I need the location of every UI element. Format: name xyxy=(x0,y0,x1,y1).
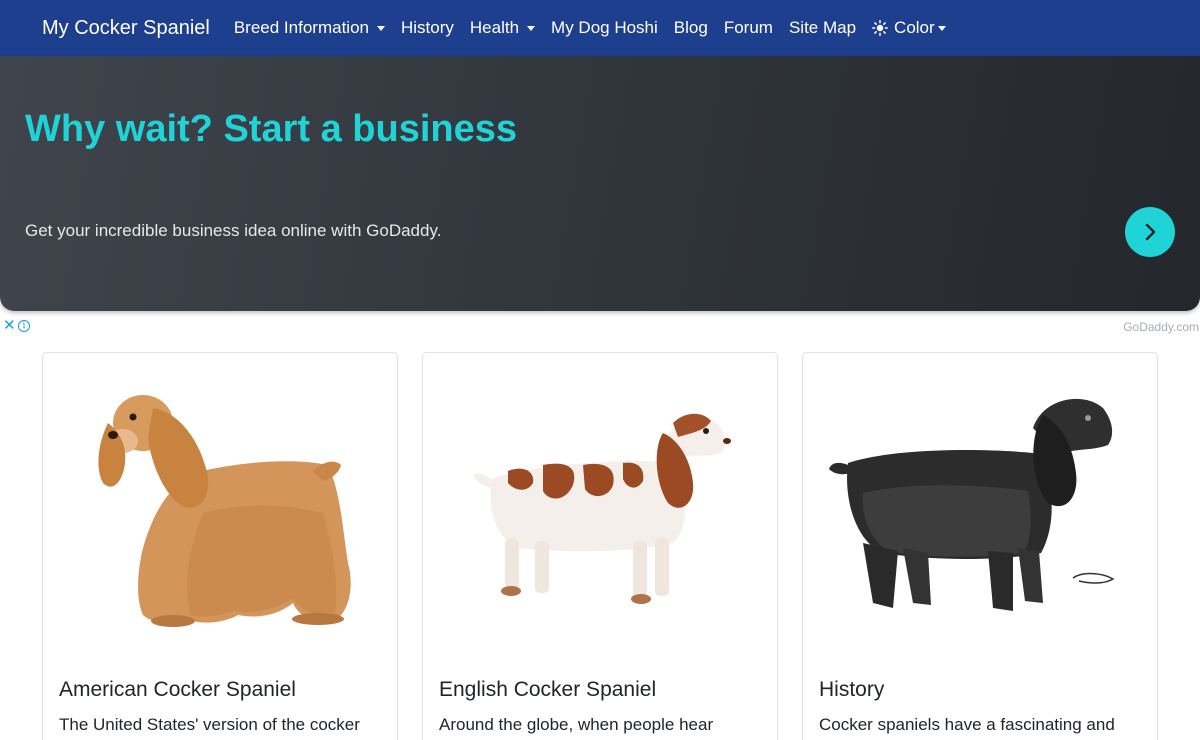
nav-health[interactable]: Health xyxy=(469,18,536,38)
caret-down-icon xyxy=(937,25,946,31)
caret-down-icon xyxy=(376,25,385,31)
nav-site-map[interactable]: Site Map xyxy=(789,18,856,38)
nav-breed-information-label: Breed Information xyxy=(233,18,369,37)
ad-banner[interactable]: Why wait? Start a business Get your incr… xyxy=(0,56,1200,311)
card-american-cocker-spaniel[interactable]: American Cocker Spaniel The United State… xyxy=(42,352,398,740)
nav-history[interactable]: History xyxy=(401,18,454,38)
nav-blog[interactable]: Blog xyxy=(674,18,708,38)
site-brand-link[interactable]: My Cocker Spaniel xyxy=(42,17,210,40)
nav-history-label: History xyxy=(400,18,454,37)
nav-color-theme[interactable]: Color xyxy=(872,18,946,38)
card-title[interactable]: English Cocker Spaniel xyxy=(439,678,656,702)
card-text: The United States' version of the cocker xyxy=(59,715,360,734)
card-english-cocker-spaniel[interactable]: English Cocker Spaniel Around the globe,… xyxy=(422,352,778,740)
card-title[interactable]: History xyxy=(819,678,884,702)
ad-source-label: GoDaddy.com xyxy=(1123,320,1199,334)
black-cocker-spaniel-sketch xyxy=(829,398,1115,611)
nav-my-dog-hoshi-label: My Dog Hoshi xyxy=(551,18,658,37)
card-text: Around the globe, when people hear xyxy=(439,715,714,734)
ad-headline: Why wait? Start a business xyxy=(25,108,517,150)
card-text: Cocker spaniels have a fascinating and xyxy=(819,715,1115,734)
nav-blog-label: Blog xyxy=(673,18,708,37)
nav-health-label: Health xyxy=(469,18,520,37)
ad-close-icon[interactable]: ✕ xyxy=(3,318,16,334)
nav-forum-label: Forum xyxy=(723,18,773,37)
ad-body-text: Get your incredible business idea online… xyxy=(25,221,442,240)
top-navbar: My Cocker Spaniel Breed Information Hist… xyxy=(0,0,1200,56)
ad-next-button[interactable] xyxy=(1125,207,1175,257)
caret-down-icon xyxy=(527,25,536,31)
nav-forum[interactable]: Forum xyxy=(724,18,773,38)
nav-site-map-label: Site Map xyxy=(788,18,857,37)
nav-breed-information[interactable]: Breed Information xyxy=(234,18,385,38)
ad-info-icon[interactable]: i xyxy=(18,320,30,332)
nav-color-label: Color xyxy=(894,18,935,37)
card-history[interactable]: History Cocker spaniels have a fascinati… xyxy=(802,352,1158,740)
sun-icon xyxy=(872,20,888,36)
liver-white-cocker-spaniel-photo xyxy=(473,413,731,604)
nav-my-dog-hoshi[interactable]: My Dog Hoshi xyxy=(551,18,658,38)
golden-cocker-spaniel-photo xyxy=(98,395,351,627)
chevron-right-icon xyxy=(1145,223,1156,241)
card-title[interactable]: American Cocker Spaniel xyxy=(59,678,296,702)
